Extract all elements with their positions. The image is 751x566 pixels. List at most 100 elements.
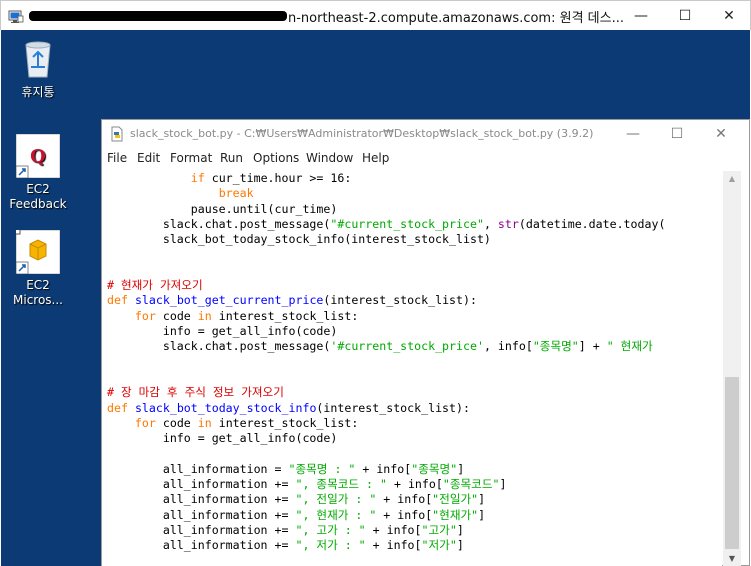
code-line[interactable]: # 현재가 가져오기	[107, 278, 203, 293]
idle-window-title: slack_stock_bot.py - C:₩Users₩Administra…	[130, 127, 594, 140]
code-token: all_information +=	[107, 492, 296, 507]
svg-text:Q: Q	[30, 146, 46, 167]
desktop-icon-ec2-microsoft[interactable]: EC2 Micros...	[3, 223, 73, 308]
code-token: ", 현재가 : "	[295, 507, 377, 522]
code-line[interactable]: for code in interest_stock_list:	[107, 309, 358, 324]
idle-window-titlebar[interactable]: slack_stock_bot.py - C:₩Users₩Administra…	[102, 120, 749, 148]
code-token: def	[107, 400, 128, 415]
code-token: break	[218, 186, 254, 201]
code-line[interactable]: info = get_all_info(code)	[107, 431, 338, 446]
menu-help[interactable]: Help	[362, 151, 389, 165]
code-token: slack.chat.post_message(	[107, 339, 331, 354]
close-icon[interactable]: ✕	[707, 1, 751, 31]
code-token: code	[155, 415, 198, 430]
scrollbar-thumb[interactable]	[725, 377, 739, 549]
code-token: ", 저가 : "	[295, 538, 366, 553]
code-line[interactable]: info = get_all_info(code)	[107, 324, 338, 339]
minimize-icon[interactable]: —	[611, 120, 655, 148]
code-token: slack_bot_get_current_price	[134, 293, 324, 308]
code-line[interactable]: def slack_bot_today_stock_info(interest_…	[107, 401, 470, 416]
code-token: in	[197, 308, 212, 323]
desktop-icon-ec2-feedback[interactable]: Q EC2 Feedback	[3, 133, 73, 212]
desktop-icon-label: EC2 Feedback	[9, 182, 67, 211]
code-token: (interest_stock_list):	[323, 293, 477, 308]
code-token: + info[	[355, 461, 412, 476]
menu-file[interactable]: File	[107, 151, 127, 165]
code-token: "종목코드"	[442, 477, 500, 491]
code-line[interactable]: pause.until(cur_time)	[107, 201, 338, 217]
code-token: for	[134, 415, 156, 430]
menu-options[interactable]: Options	[253, 151, 299, 165]
code-token: # 현재가 가져오기	[107, 278, 203, 293]
redacted-hostname	[29, 11, 287, 21]
code-token: slack_bot_today_stock_info(interest_stoc…	[107, 232, 491, 247]
code-token: str	[497, 216, 519, 231]
menu-run[interactable]: Run	[220, 151, 243, 165]
code-token: ]	[499, 477, 507, 491]
menu-window[interactable]: Window	[306, 151, 353, 165]
code-token: all_information +=	[107, 477, 296, 491]
desktop-icon-recycle-bin[interactable]: 휴지통	[3, 37, 73, 100]
code-token: " 현재가	[606, 339, 653, 354]
code-line[interactable]: all_information += ", 고가 : " + info["고가"…	[107, 523, 464, 538]
code-line[interactable]: slack.chat.post_message('#current_stock_…	[107, 339, 653, 354]
code-token: + info[	[376, 507, 433, 522]
code-line[interactable]: all_information += ", 종목코드 : " + info["종…	[107, 477, 507, 492]
code-token: "저가"	[421, 538, 457, 553]
rdp-window-titlebar[interactable]: n-northeast-2.compute.amazonaws.com: 원격 …	[0, 0, 751, 30]
code-token: + info[	[365, 522, 422, 537]
code-line[interactable]: def slack_bot_get_current_price(interest…	[107, 293, 477, 308]
code-line[interactable]: # 장 마감 후 주식 정보 가져오기	[107, 385, 284, 400]
code-line[interactable]: slack.chat.post_message("#current_stock_…	[107, 216, 666, 232]
scroll-down-icon[interactable]: ▼	[723, 551, 741, 566]
code-token: for	[134, 308, 156, 323]
code-token: ", 전일가 : "	[295, 492, 377, 507]
code-token: + info[	[387, 477, 443, 491]
ec2-microsoft-icon	[9, 223, 61, 275]
code-line[interactable]: all_information += ", 저가 : " + info["저가"…	[107, 538, 464, 553]
code-token: interest_stock_list:	[211, 308, 359, 323]
menu-edit[interactable]: Edit	[137, 151, 160, 165]
maximize-icon[interactable]: ☐	[655, 120, 699, 148]
idle-editor-window[interactable]: slack_stock_bot.py - C:₩Users₩Administra…	[101, 119, 750, 566]
code-token: "종목명 : "	[288, 461, 356, 476]
code-token: "#current_stock_price"	[330, 216, 484, 231]
vertical-scrollbar[interactable]: ▲ ▼	[723, 171, 741, 566]
code-token: cur_time.hour >= 16:	[204, 171, 352, 185]
close-icon[interactable]: ✕	[699, 120, 743, 148]
code-line[interactable]: for code in interest_stock_list:	[107, 416, 358, 431]
code-editor[interactable]: if cur_time.hour >= 16: break pause.unti…	[102, 171, 722, 566]
remote-desktop-icon	[8, 9, 24, 23]
code-token: ]	[457, 461, 465, 476]
code-line[interactable]: all_information += ", 현재가 : " + info["현재…	[107, 508, 485, 523]
code-token: "고가"	[421, 522, 457, 537]
maximize-icon[interactable]: ☐	[663, 1, 707, 31]
code-line[interactable]: slack_bot_today_stock_info(interest_stoc…	[107, 232, 491, 247]
minimize-icon[interactable]: —	[619, 1, 663, 31]
python-file-icon	[109, 126, 125, 142]
code-token: "전일가"	[432, 492, 479, 507]
scroll-up-icon[interactable]: ▲	[723, 171, 741, 187]
code-line[interactable]: all_information = "종목명 : " + info["종목명"]	[107, 462, 464, 477]
code-token: ,	[483, 216, 498, 231]
menu-format[interactable]: Format	[170, 151, 212, 165]
code-token: , info[	[483, 339, 533, 354]
code-token: ]	[478, 507, 486, 522]
code-token: slack.chat.post_message(	[107, 216, 331, 231]
code-token: ]	[456, 522, 464, 537]
code-line[interactable]: if cur_time.hour >= 16:	[107, 171, 352, 186]
code-line[interactable]: break	[107, 186, 254, 201]
code-line[interactable]: all_information += ", 전일가 : " + info["전일…	[107, 492, 485, 507]
ec2-feedback-icon: Q	[15, 133, 61, 179]
code-token: pause.until(cur_time)	[107, 201, 338, 216]
code-token: all_information +=	[107, 507, 296, 522]
code-token: '#current_stock_price'	[330, 339, 484, 354]
code-token: slack_bot_today_stock_info	[134, 400, 317, 415]
code-token: ", 종목코드 : "	[295, 477, 387, 491]
code-token: all_information +=	[107, 522, 296, 537]
code-token: "종목명"	[411, 461, 458, 476]
